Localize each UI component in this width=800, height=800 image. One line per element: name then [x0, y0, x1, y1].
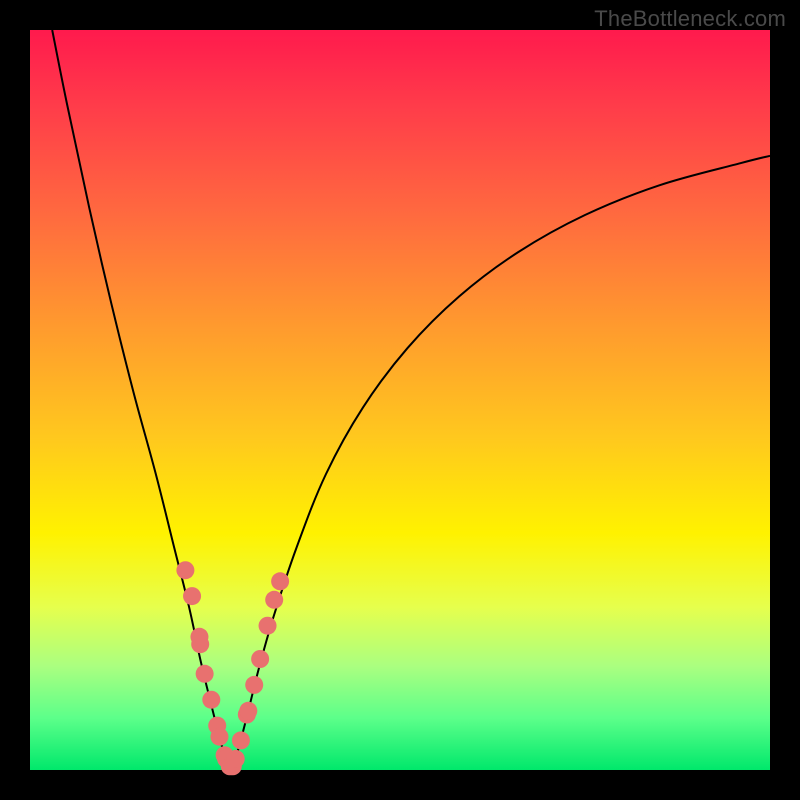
right-curve [231, 156, 770, 770]
chart-svg [30, 30, 770, 770]
data-dot [239, 702, 257, 720]
plot-area [30, 30, 770, 770]
data-dot [265, 591, 283, 609]
data-dot [191, 635, 209, 653]
data-dot [196, 665, 214, 683]
watermark-text: TheBottleneck.com [594, 6, 786, 32]
data-dot [251, 650, 269, 668]
data-dot [176, 561, 194, 579]
data-dot [202, 691, 220, 709]
dots-left [176, 561, 238, 775]
data-dot [232, 731, 250, 749]
data-dot [259, 617, 277, 635]
data-dot [271, 572, 289, 590]
left-curve [52, 30, 231, 770]
data-dot [245, 676, 263, 694]
data-dot [183, 587, 201, 605]
chart-frame: TheBottleneck.com [0, 0, 800, 800]
data-dot [210, 728, 228, 746]
data-dot [227, 750, 245, 768]
